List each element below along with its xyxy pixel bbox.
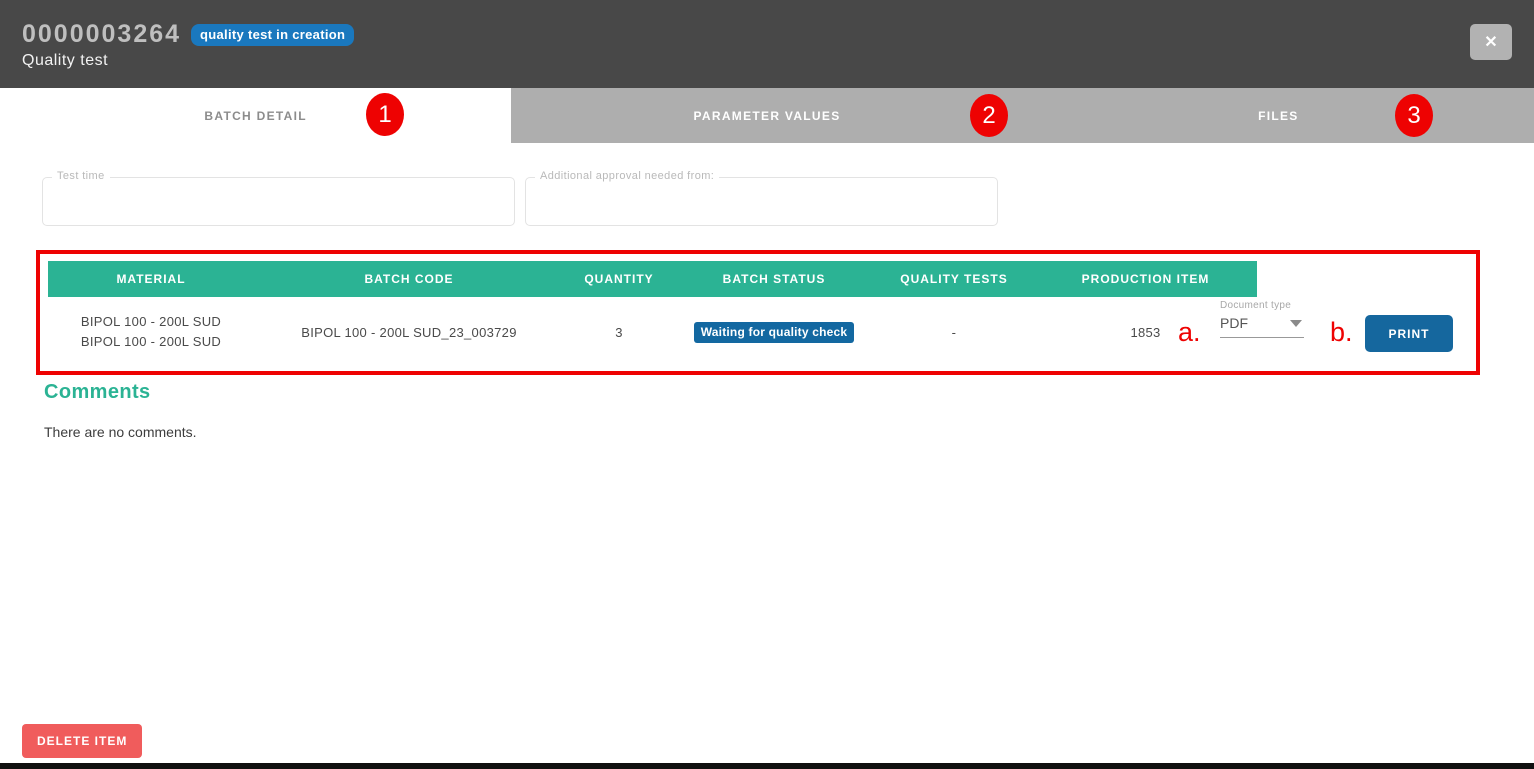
tab-batch-detail[interactable]: BATCH DETAIL: [0, 88, 511, 143]
annotation-letter-b: b.: [1330, 317, 1353, 348]
column-header-quantity: QUANTITY: [564, 272, 674, 286]
tab-label: FILES: [1258, 109, 1299, 123]
tab-label: BATCH DETAIL: [204, 109, 306, 123]
comments-heading: Comments: [44, 381, 197, 404]
close-button[interactable]: ✕: [1470, 24, 1512, 60]
annotation-rectangle: MATERIAL BATCH CODE QUANTITY BATCH STATU…: [36, 250, 1480, 375]
batch-status-badge: Waiting for quality check: [694, 322, 855, 343]
material-line: BIPOL 100 - 200L SUD: [48, 332, 254, 352]
test-time-label: Test time: [52, 170, 110, 182]
cell-material: BIPOL 100 - 200L SUD BIPOL 100 - 200L SU…: [48, 312, 254, 352]
test-time-input[interactable]: [43, 178, 514, 225]
column-header-production-item: PRODUCTION ITEM: [1034, 272, 1257, 286]
document-type-select[interactable]: Document type PDF: [1220, 300, 1304, 338]
bottom-edge-divider: [0, 763, 1534, 769]
table-header-row: MATERIAL BATCH CODE QUANTITY BATCH STATU…: [48, 261, 1257, 297]
additional-approval-field: Additional approval needed from:: [525, 177, 998, 226]
cell-batch-code: BIPOL 100 - 200L SUD_23_003729: [254, 325, 564, 340]
dialog-subtitle: Quality test: [22, 52, 1534, 70]
column-header-material: MATERIAL: [48, 272, 254, 286]
annotation-circle-3: 3: [1395, 94, 1433, 137]
status-badge: quality test in creation: [191, 24, 354, 46]
column-header-quality-tests: QUALITY TESTS: [874, 272, 1034, 286]
tab-parameter-values[interactable]: PARAMETER VALUES: [511, 88, 1022, 143]
annotation-circle-2: 2: [970, 94, 1008, 137]
form-fields: Test time Additional approval needed fro…: [42, 177, 1534, 226]
column-header-batch-code: BATCH CODE: [254, 272, 564, 286]
tab-bar: BATCH DETAIL PARAMETER VALUES FILES: [0, 88, 1534, 143]
comments-empty-text: There are no comments.: [44, 424, 197, 440]
comments-section: Comments There are no comments.: [44, 381, 197, 440]
batch-table: MATERIAL BATCH CODE QUANTITY BATCH STATU…: [48, 261, 1257, 367]
delete-item-button[interactable]: DELETE ITEM: [22, 724, 142, 758]
tab-label: PARAMETER VALUES: [693, 109, 840, 123]
material-line: BIPOL 100 - 200L SUD: [48, 312, 254, 332]
document-type-label: Document type: [1220, 300, 1304, 311]
print-button[interactable]: PRINT: [1365, 315, 1453, 352]
chevron-down-icon: [1290, 320, 1302, 327]
cell-batch-status: Waiting for quality check: [674, 322, 874, 343]
close-icon: ✕: [1484, 32, 1497, 52]
additional-approval-input[interactable]: [526, 178, 997, 225]
annotation-letter-a: a.: [1178, 317, 1201, 348]
title-row: 0000003264 quality test in creation: [22, 20, 1534, 49]
test-time-field: Test time: [42, 177, 515, 226]
additional-approval-label: Additional approval needed from:: [535, 170, 719, 182]
column-header-batch-status: BATCH STATUS: [674, 272, 874, 286]
table-row: BIPOL 100 - 200L SUD BIPOL 100 - 200L SU…: [48, 297, 1257, 367]
cell-quality-tests: -: [874, 325, 1034, 340]
document-type-value: PDF: [1220, 315, 1248, 331]
tab-files[interactable]: FILES: [1023, 88, 1534, 143]
annotation-circle-1: 1: [366, 93, 404, 136]
dialog-header: 0000003264 quality test in creation Qual…: [0, 0, 1534, 88]
cell-quantity: 3: [564, 325, 674, 340]
document-number: 0000003264: [22, 20, 181, 49]
